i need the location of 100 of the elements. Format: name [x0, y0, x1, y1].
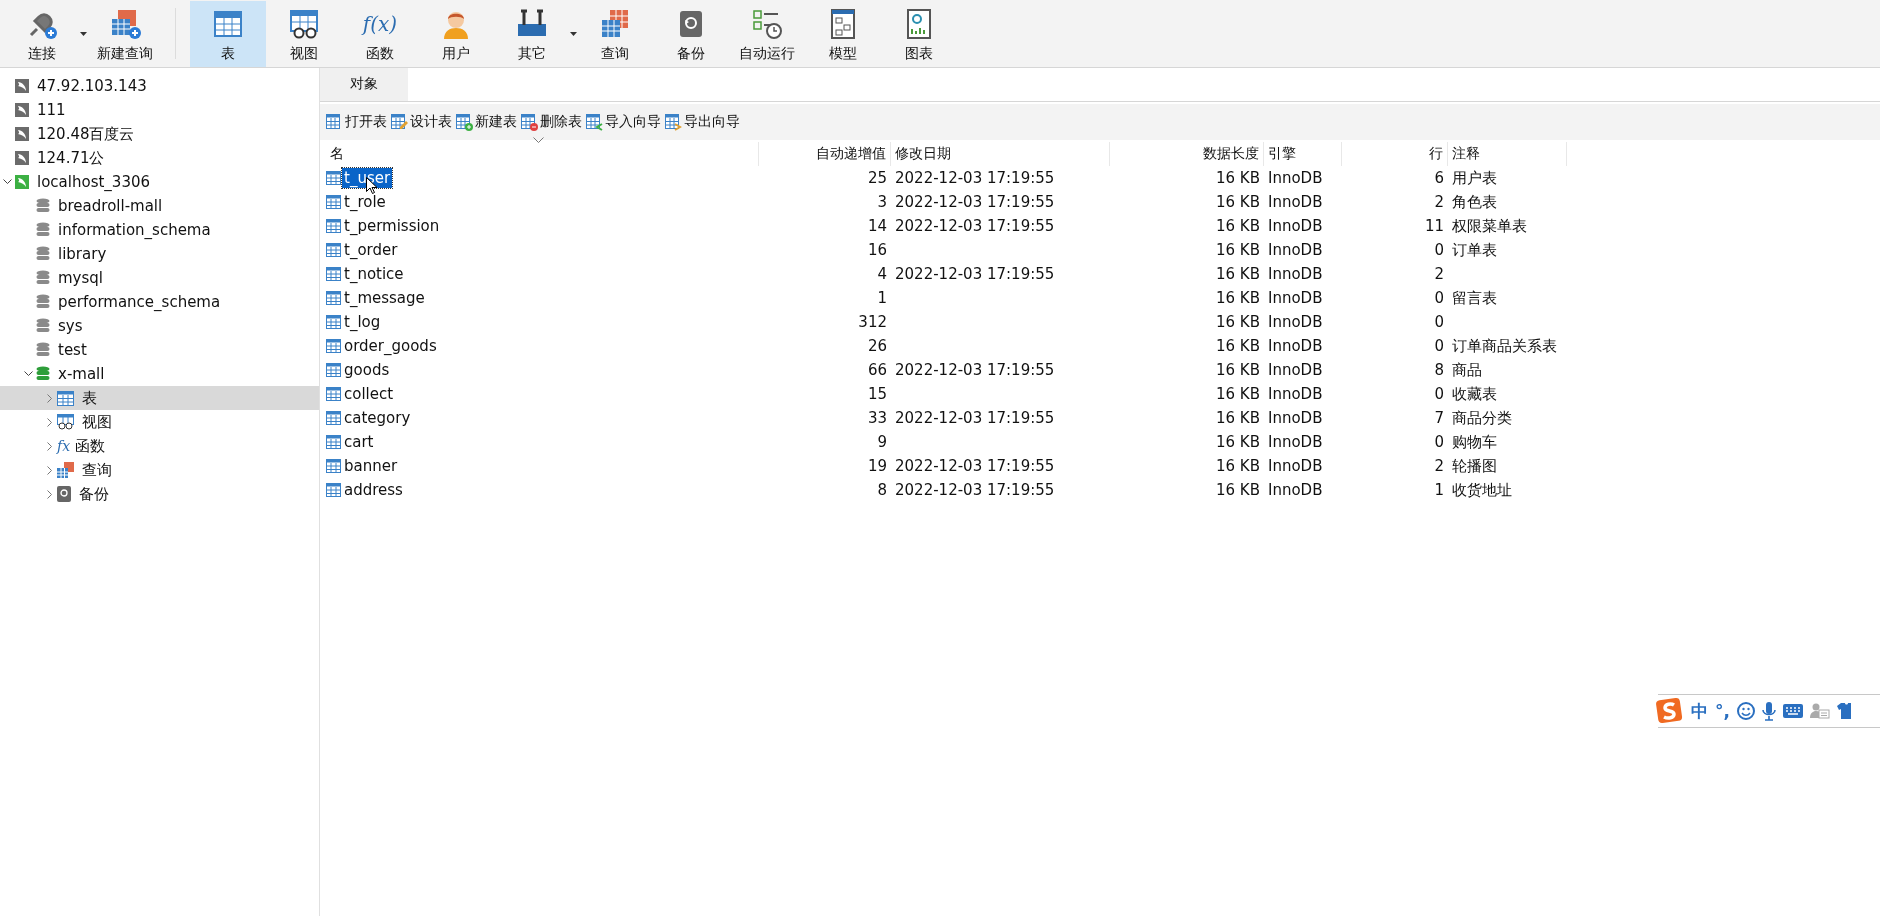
table-cell: 商品: [1452, 360, 1482, 380]
smiley-icon[interactable]: [1736, 702, 1755, 720]
table-name[interactable]: collect: [342, 384, 396, 404]
toolbar-button[interactable]: 打开表: [326, 113, 391, 131]
table-name[interactable]: t_notice: [342, 264, 406, 284]
table-cell: 收藏表: [1452, 384, 1497, 404]
column-header[interactable]: 名: [326, 142, 759, 166]
chevron-right-icon[interactable]: [45, 393, 54, 403]
toolbar-button[interactable]: 模型: [805, 1, 881, 67]
column-header[interactable]: 注释: [1448, 142, 1567, 166]
table-name[interactable]: goods: [342, 360, 392, 380]
tree-item[interactable]: fx 函数: [0, 434, 319, 458]
tree-item[interactable]: 查询: [0, 458, 319, 482]
table-name[interactable]: t_permission: [342, 216, 442, 236]
table-name[interactable]: address: [342, 480, 405, 500]
table-cell: 11: [1424, 217, 1444, 235]
toolbar-button[interactable]: 用户: [418, 1, 494, 67]
tree-item[interactable]: library: [0, 242, 319, 266]
column-header[interactable]: 行: [1342, 142, 1448, 166]
tree-item[interactable]: test: [0, 338, 319, 362]
column-header[interactable]: 修改日期: [891, 142, 1110, 166]
toolbar-button[interactable]: 新建查询: [87, 1, 163, 67]
tree-item[interactable]: 视图: [0, 410, 319, 434]
table-cell: 1: [877, 289, 887, 307]
table-cell: 33: [867, 409, 887, 427]
toolbar-button[interactable]: 导出向导: [665, 113, 744, 131]
table-cell: 16 KB: [1216, 313, 1260, 331]
column-header[interactable]: 自动递增值: [759, 142, 891, 166]
toolbar-button[interactable]: 新建表: [456, 113, 521, 131]
database-icon: [36, 366, 50, 382]
column-header[interactable]: 引擎: [1264, 142, 1342, 166]
table-cell: 用户表: [1452, 168, 1497, 188]
table-name[interactable]: category: [342, 408, 413, 428]
table-cell: 1: [1434, 481, 1444, 499]
chevron-down-icon[interactable]: [24, 371, 33, 377]
tree-item[interactable]: information_schema: [0, 218, 319, 242]
tree-item[interactable]: localhost_3306: [0, 170, 319, 194]
toolbar-button[interactable]: 其它: [494, 1, 570, 67]
chevron-right-icon[interactable]: [45, 417, 54, 427]
tab[interactable]: 对象: [320, 68, 408, 101]
chevron-down-icon[interactable]: [3, 179, 12, 185]
table-cell: 16 KB: [1216, 337, 1260, 355]
table-cell: 轮播图: [1452, 456, 1497, 476]
input-mode-toggle[interactable]: 中: [1691, 699, 1708, 723]
toolbar-button[interactable]: 导入向导: [586, 113, 665, 131]
tree-item[interactable]: 124.71公: [0, 146, 319, 170]
table-cell: InnoDB: [1268, 481, 1323, 499]
toolbar-button[interactable]: 视图: [266, 1, 342, 67]
tree-item[interactable]: sys: [0, 314, 319, 338]
tree-item[interactable]: 120.48百度云: [0, 122, 319, 146]
keyboard-icon[interactable]: [1782, 704, 1803, 718]
toolbar-button[interactable]: 连接: [4, 1, 80, 67]
table-name[interactable]: t_role: [342, 192, 388, 212]
tree-item[interactable]: 表: [0, 386, 319, 410]
table-name[interactable]: t_order: [342, 240, 400, 260]
table-cell: InnoDB: [1268, 241, 1323, 259]
tree-item[interactable]: mysql: [0, 266, 319, 290]
dolphin-icon: [15, 79, 29, 93]
toolbar-button[interactable]: 删除表: [521, 113, 586, 131]
dolphin-icon: [15, 151, 29, 165]
table-cell: 312: [858, 313, 887, 331]
table-name[interactable]: t_log: [342, 312, 383, 332]
table-open-icon: [326, 113, 343, 131]
toolbar-button[interactable]: 图表: [881, 1, 957, 67]
table-name[interactable]: cart: [342, 432, 376, 452]
tree-item[interactable]: x-mall: [0, 362, 319, 386]
microphone-icon[interactable]: [1761, 701, 1776, 721]
tree-item[interactable]: 111: [0, 98, 319, 122]
database-icon: [36, 246, 50, 262]
chevron-right-icon[interactable]: [45, 465, 54, 475]
table-cell: 订单商品关系表: [1452, 336, 1557, 356]
table-icon: [326, 339, 341, 353]
chevron-right-icon[interactable]: [45, 489, 54, 499]
tree-item[interactable]: 47.92.103.143: [0, 74, 319, 98]
table-cell: 14: [867, 217, 887, 235]
toolbar-button[interactable]: f(x) 函数: [342, 1, 418, 67]
toolbar-button[interactable]: 设计表: [391, 113, 456, 131]
table-name[interactable]: order_goods: [342, 336, 439, 356]
table-cell: 4: [877, 265, 887, 283]
toolbar-button[interactable]: 查询: [577, 1, 653, 67]
tree-item[interactable]: 备份: [0, 482, 319, 506]
table-cell: 2022-12-03 17:19:55: [895, 457, 1055, 475]
table-cell: 0: [1434, 337, 1444, 355]
dropdown-arrow-icon[interactable]: [80, 32, 87, 36]
shirt-icon[interactable]: [1836, 703, 1851, 719]
chevron-right-icon[interactable]: [45, 441, 54, 451]
tree-item[interactable]: performance_schema: [0, 290, 319, 314]
column-header[interactable]: 数据长度: [1110, 142, 1264, 166]
toolbar-button[interactable]: 自动运行: [729, 1, 805, 67]
table-cell: 15: [867, 385, 887, 403]
table-name[interactable]: banner: [342, 456, 400, 476]
table-name[interactable]: t_message: [342, 288, 427, 308]
tree-item[interactable]: breadroll-mall: [0, 194, 319, 218]
dropdown-arrow-icon[interactable]: [570, 32, 577, 36]
disk-restore-icon: [57, 486, 71, 502]
table-icon: [326, 387, 341, 401]
toolbar-button[interactable]: 表: [190, 1, 266, 67]
punctuation-toggle[interactable]: °,: [1715, 701, 1730, 721]
table-icon: [326, 459, 341, 473]
toolbar-button[interactable]: 备份: [653, 1, 729, 67]
